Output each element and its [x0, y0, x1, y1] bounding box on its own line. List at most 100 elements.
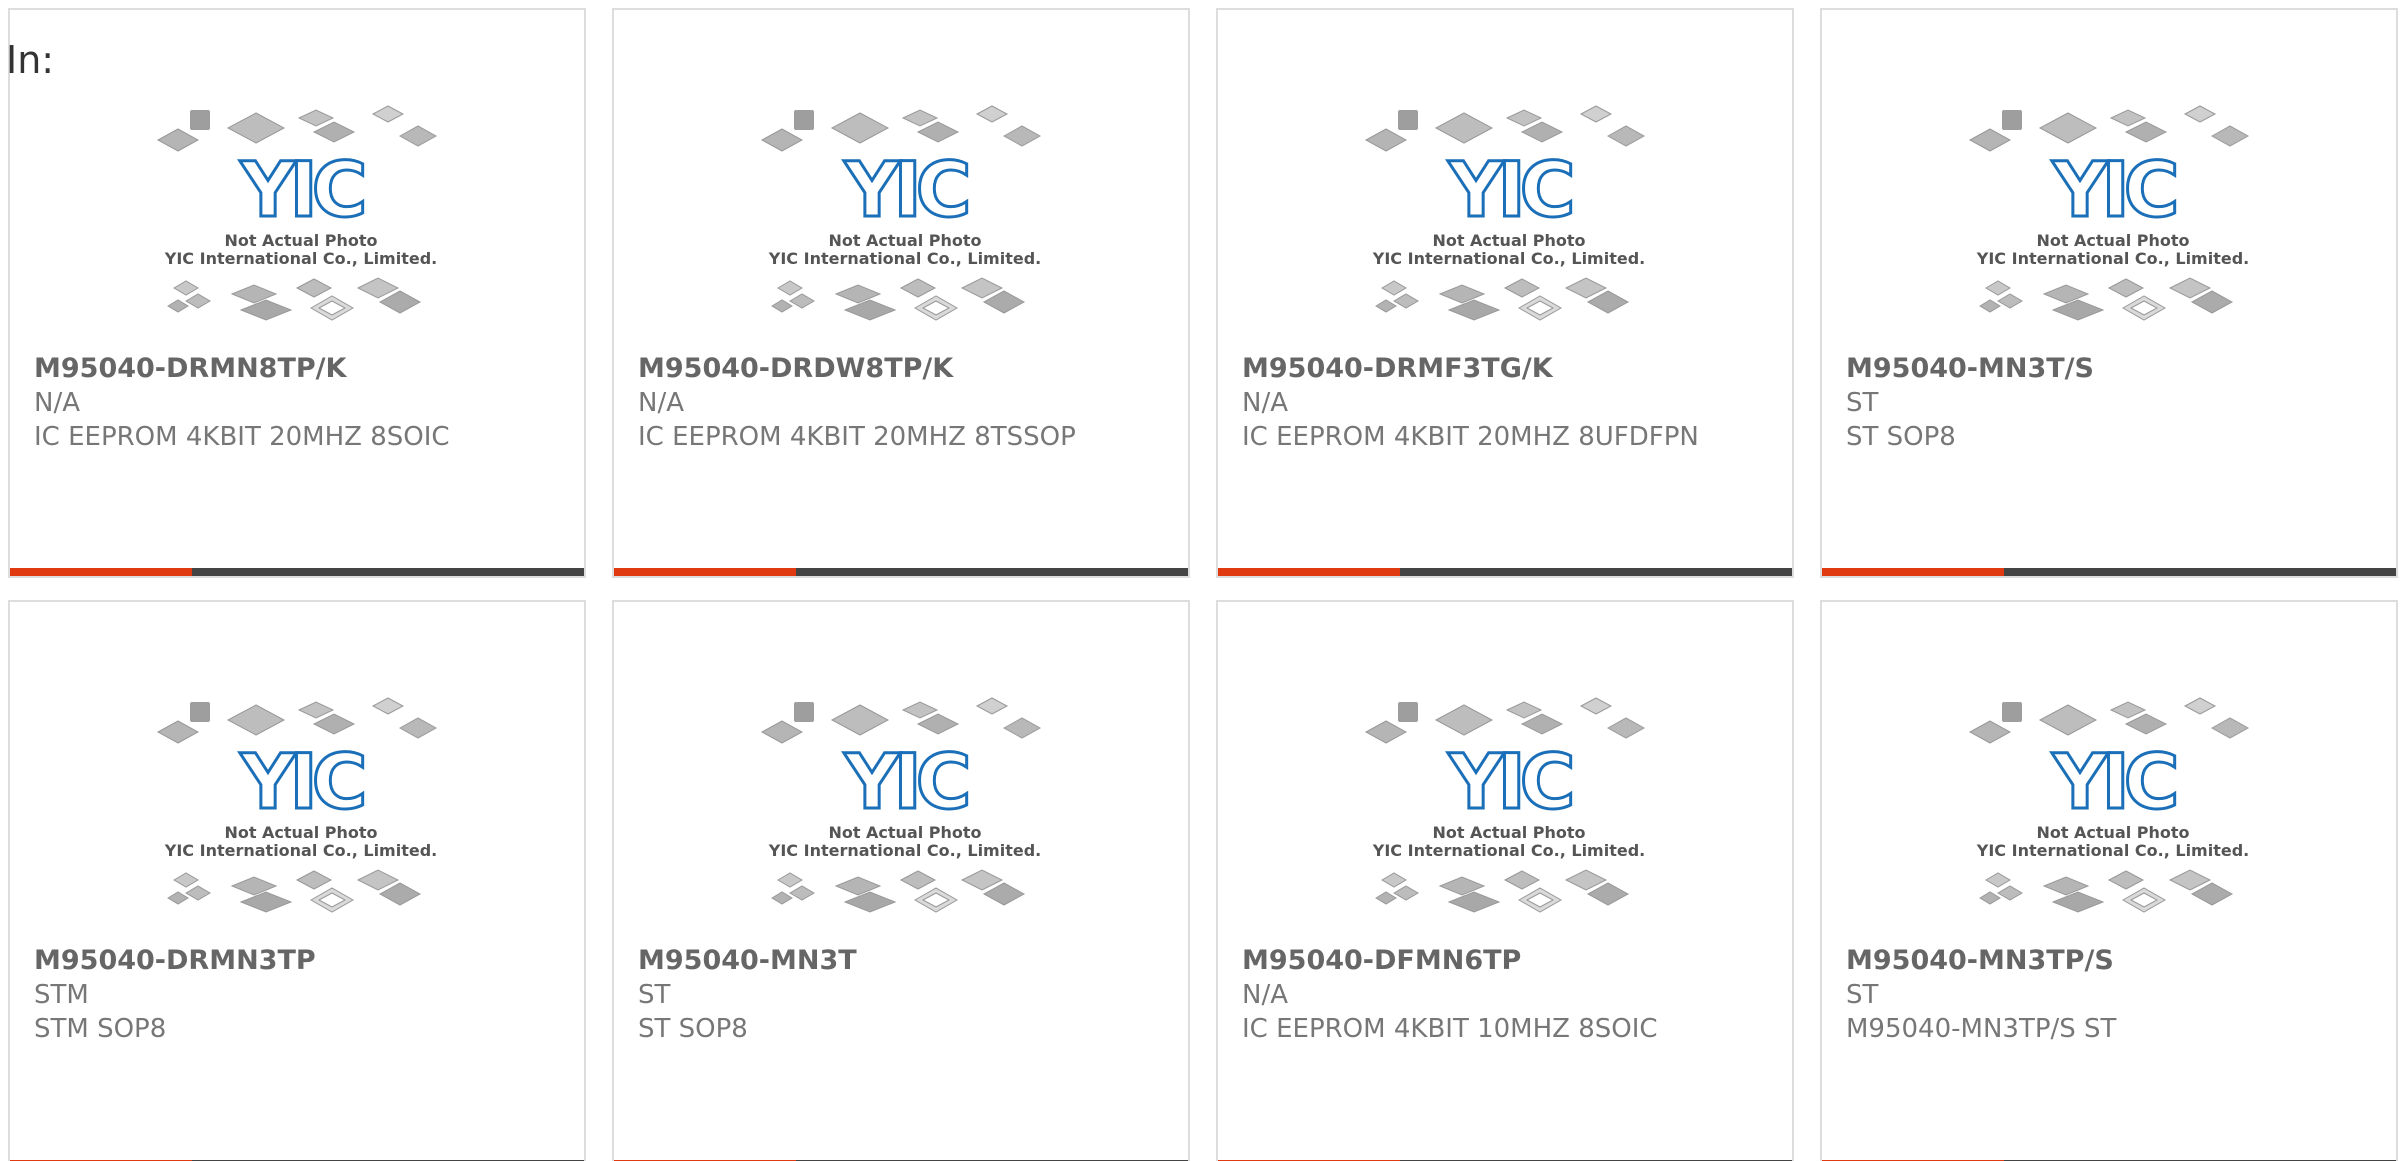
yic-logo: YIC	[843, 737, 966, 826]
yic-logo: YIC	[2051, 145, 2174, 234]
chip-icon	[156, 128, 200, 152]
chip-icon	[771, 299, 793, 313]
chip-icon	[789, 293, 815, 309]
manufacturer: ST	[638, 980, 671, 1010]
chip-icon	[295, 278, 333, 298]
part-number[interactable]: M95040-DRMN8TP/K	[34, 352, 564, 386]
bar-accent	[614, 568, 796, 576]
chip-icon	[1398, 702, 1418, 722]
chip-icon	[1364, 720, 1408, 744]
caption-line-1: Not Actual Photo	[1432, 231, 1585, 250]
chip-icon	[295, 870, 333, 890]
chip-icon	[1997, 885, 2023, 901]
chip-icon	[1968, 128, 2012, 152]
chip-icon	[1505, 701, 1543, 719]
chip-icon	[789, 885, 815, 901]
chip-icon	[975, 697, 1009, 715]
chip-icon	[1985, 872, 2011, 888]
chip-icon	[1002, 125, 1042, 147]
part-number[interactable]: M95040-MN3T/S	[1846, 352, 2376, 386]
description: ST SOP8	[638, 1014, 748, 1044]
chip-icon	[371, 697, 405, 715]
manufacturer: N/A	[1242, 388, 1288, 418]
placeholder-photo: YICNot Actual PhotoYIC International Co.…	[760, 697, 1042, 913]
chip-icon	[1606, 717, 1646, 739]
product-card[interactable]: YIC Not Actual Photo YIC International Co.…	[1216, 600, 1794, 1161]
product-card[interactable]: YIC Not Actual Photo YIC International Co.…	[612, 8, 1190, 578]
chip-icon	[913, 295, 959, 321]
chip-icon	[1968, 720, 2012, 744]
part-number[interactable]: M95040-DFMN6TP	[1242, 944, 1772, 978]
placeholder-photo: YICNot Actual PhotoYIC International Co.…	[156, 105, 437, 321]
chip-icon	[2121, 295, 2167, 321]
product-card[interactable]: YIC Not Actual Photo YIC International Co.…	[1216, 8, 1794, 578]
chip-icon	[1375, 891, 1397, 905]
chip-icon	[916, 121, 960, 143]
placeholder-photo: YICNot Actual PhotoYIC International Co.…	[156, 697, 437, 913]
yic-logo: YIC	[1447, 737, 1570, 826]
chip-icon	[777, 280, 803, 296]
caption-line-1: Not Actual Photo	[1432, 823, 1585, 842]
caption-line-1: Not Actual Photo	[2036, 231, 2189, 250]
chip-icon	[1002, 717, 1042, 739]
product-card[interactable]: YIC Not Actual Photo YIC International Co.…	[8, 600, 586, 1161]
description: IC EEPROM 4KBIT 20MHZ 8UFDFPN	[1242, 422, 1699, 452]
chip-icon	[843, 891, 897, 913]
part-number[interactable]: M95040-MN3TP/S	[1846, 944, 2376, 978]
product-card[interactable]: YIC Not Actual Photo YIC International Co.…	[1820, 8, 2398, 578]
bar-accent	[10, 568, 192, 576]
chip-icon	[1606, 125, 1646, 147]
product-card[interactable]: YIC Not Actual Photo YIC International Co.…	[8, 8, 586, 578]
caption-line-2: YIC International Co., Limited.	[164, 249, 437, 268]
chip-icon	[1520, 121, 1564, 143]
chip-icon	[2042, 876, 2090, 896]
chip-icon	[1381, 872, 1407, 888]
chip-icon	[156, 720, 200, 744]
yic-logo: YIC	[239, 737, 362, 826]
product-card[interactable]: YIC Not Actual Photo YIC International Co.…	[612, 600, 1190, 1161]
chip-icon	[1503, 870, 1541, 890]
chip-icon	[1505, 109, 1543, 127]
chip-icon	[371, 105, 405, 123]
product-card[interactable]: YIC Not Actual Photo YIC International Co.…	[1820, 600, 2398, 1161]
chip-icon	[2109, 701, 2147, 719]
yic-logo: YIC	[2051, 737, 2174, 826]
chip-icon	[913, 887, 959, 913]
chip-icon	[2107, 278, 2145, 298]
chip-icon	[1438, 876, 1486, 896]
chip-icon	[899, 870, 937, 890]
card-bottom-bar	[1218, 568, 1792, 576]
chip-icon	[830, 112, 890, 144]
yic-logo: YIC	[239, 145, 362, 234]
chip-icon	[2051, 299, 2105, 321]
chip-icon	[239, 299, 293, 321]
chip-icon	[2002, 110, 2022, 130]
chip-icon	[760, 128, 804, 152]
caption-line-2: YIC International Co., Limited.	[1976, 249, 2249, 268]
placeholder-photo: YICNot Actual PhotoYIC International Co.…	[1364, 697, 1646, 913]
chip-icon	[312, 121, 356, 143]
chip-icon	[2121, 887, 2167, 913]
caption-line-2: YIC International Co., Limited.	[1976, 841, 2249, 860]
chip-icon	[190, 110, 210, 130]
card-bottom-bar	[10, 568, 584, 576]
part-number[interactable]: M95040-DRMN3TP	[34, 944, 564, 978]
caption-line-2: YIC International Co., Limited.	[1372, 249, 1645, 268]
chip-icon	[1364, 128, 1408, 152]
caption-line-1: Not Actual Photo	[224, 823, 377, 842]
placeholder-photo: YICNot Actual PhotoYIC International Co.…	[760, 105, 1042, 321]
yic-logo: YIC	[843, 145, 966, 234]
chip-icon	[185, 293, 211, 309]
placeholder-photo: YICNot Actual PhotoYIC International Co.…	[1364, 105, 1646, 321]
part-number[interactable]: M95040-DRMF3TG/K	[1242, 352, 1772, 386]
chip-icon	[834, 876, 882, 896]
chip-icon	[899, 278, 937, 298]
description: IC EEPROM 4KBIT 20MHZ 8SOIC	[34, 422, 450, 452]
chip-icon	[2183, 105, 2217, 123]
chip-icon	[2042, 284, 2090, 304]
chip-icon	[1398, 110, 1418, 130]
part-number[interactable]: M95040-MN3T	[638, 944, 1168, 978]
part-number[interactable]: M95040-DRDW8TP/K	[638, 352, 1168, 386]
chip-icon	[167, 891, 189, 905]
chip-icon	[2107, 870, 2145, 890]
